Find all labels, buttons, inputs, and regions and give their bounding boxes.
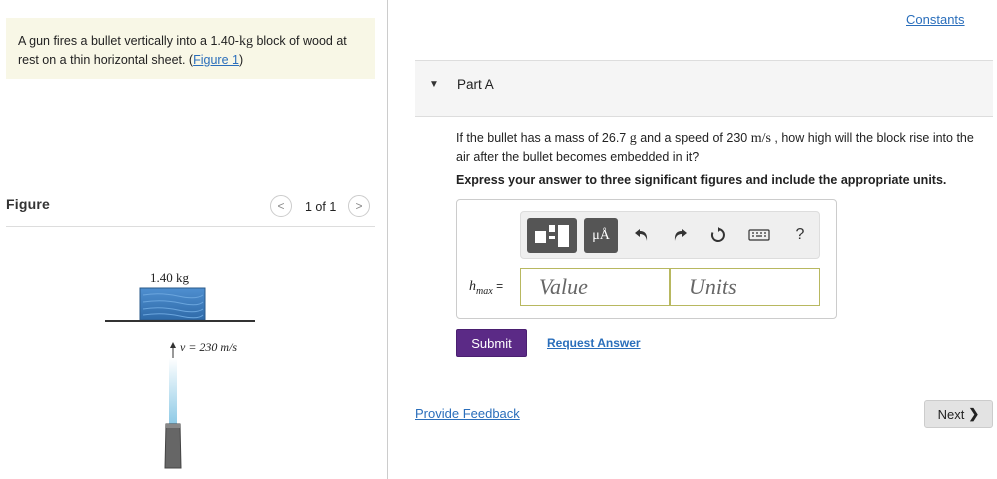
velocity-label: v = 230 m/s — [180, 340, 237, 354]
figure-link[interactable]: Figure 1 — [193, 53, 239, 67]
problem-statement: A gun fires a bullet vertically into a 1… — [6, 18, 375, 79]
bullet-arrow — [170, 342, 176, 358]
help-button[interactable]: ? — [789, 224, 811, 246]
value-input[interactable] — [520, 268, 670, 306]
pane-divider — [387, 0, 388, 479]
units-input[interactable] — [670, 268, 820, 306]
request-answer-link[interactable]: Request Answer — [547, 336, 641, 350]
question-part-2: and a speed of 230 — [636, 131, 751, 145]
figure-heading: Figure — [6, 196, 50, 212]
figure-counter: 1 of 1 — [305, 200, 337, 214]
units-button[interactable]: μÅ — [584, 218, 618, 253]
figure-prev-button[interactable]: < — [270, 195, 292, 217]
speed-unit: m/s — [750, 131, 771, 146]
variable-subscript: max — [476, 285, 493, 297]
hmax-label: hmax = — [469, 279, 503, 297]
part-a-title: Part A — [457, 77, 494, 92]
templates-icon — [535, 224, 569, 247]
question-text: If the bullet has a mass of 26.7 g and a… — [456, 129, 986, 166]
provide-feedback-link[interactable]: Provide Feedback — [415, 406, 520, 421]
block-mass-label: 1.40 kg — [150, 270, 190, 285]
templates-button[interactable] — [527, 218, 577, 253]
equals-sign: = — [496, 279, 504, 293]
constants-link[interactable]: Constants — [906, 12, 965, 27]
part-a-header[interactable]: ▼ Part A — [415, 60, 993, 117]
answer-instruction: Express your answer to three significant… — [456, 173, 947, 187]
next-label: Next — [937, 406, 965, 422]
redo-icon[interactable] — [669, 224, 691, 246]
bullet-trail — [169, 358, 177, 424]
chevron-right-icon: > — [355, 199, 363, 213]
answer-panel: μÅ ? hmax = — [456, 199, 837, 319]
problem-unit-kg: kg — [238, 34, 253, 49]
wood-block — [139, 287, 206, 321]
submit-button[interactable]: Submit — [456, 329, 527, 357]
problem-text-1: A gun fires a bullet vertically into a 1… — [18, 34, 239, 48]
undo-icon[interactable] — [631, 224, 653, 246]
reset-icon[interactable] — [707, 224, 729, 246]
figure-next-button[interactable]: > — [348, 195, 370, 217]
bullet-block-figure: 1.40 kg v = 230 m/s — [105, 270, 255, 469]
caret-down-icon: ▼ — [429, 79, 439, 90]
figure-divider — [6, 226, 375, 227]
problem-text-3: ) — [238, 53, 244, 67]
gun-barrel — [164, 423, 182, 469]
chevron-right-icon: ❯ — [968, 406, 980, 421]
question-part-1: If the bullet has a mass of 26.7 — [456, 131, 630, 145]
keyboard-icon[interactable] — [745, 224, 773, 246]
chevron-left-icon: < — [277, 199, 285, 213]
variable-h: h — [469, 279, 476, 294]
next-button[interactable]: Next ❯ — [924, 400, 993, 428]
math-toolbar: μÅ ? — [520, 211, 820, 259]
mass-unit: g — [629, 131, 637, 146]
